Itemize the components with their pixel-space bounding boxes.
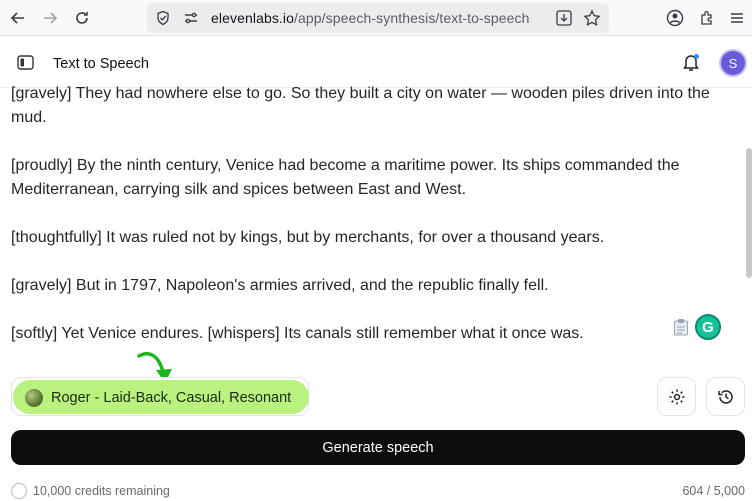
bookmark-star-icon[interactable] <box>583 9 601 27</box>
credits-ring-icon <box>11 483 27 499</box>
paragraph-1: [gravely] They had nowhere else to go. S… <box>11 85 710 126</box>
account-icon[interactable] <box>666 9 684 27</box>
voice-label[interactable]: Roger - Laid-Back, Casual, Resonant <box>51 390 291 406</box>
character-count: 604 / 5,000 <box>682 484 745 498</box>
page-title: Text to Speech <box>53 56 149 72</box>
gear-icon <box>669 389 684 404</box>
scrollbar-thumb[interactable] <box>746 148 752 278</box>
url-text: elevenlabs.io/app/speech-synthesis/text-… <box>211 10 530 26</box>
notification-bell-icon[interactable] <box>682 53 700 72</box>
sidebar-toggle-icon[interactable] <box>17 55 34 70</box>
paragraph-4: [gravely] But in 1797, Napoleon's armies… <box>11 277 549 294</box>
forward-button[interactable] <box>38 6 62 30</box>
menu-icon[interactable] <box>729 10 745 26</box>
shield-icon <box>157 10 169 26</box>
clipboard-extension-icon[interactable] <box>673 318 689 336</box>
history-button[interactable] <box>706 377 745 416</box>
paragraph-5: [softly] Yet Venice endures. [whispers] … <box>11 325 584 342</box>
address-bar[interactable]: elevenlabs.io/app/speech-synthesis/text-… <box>147 3 609 33</box>
extensions-icon[interactable] <box>698 9 716 27</box>
voice-avatar-icon <box>25 389 43 407</box>
reload-button[interactable] <box>70 6 94 30</box>
reload-icon <box>76 12 88 24</box>
back-button[interactable] <box>6 6 30 30</box>
history-icon <box>717 389 733 404</box>
site-settings-icon[interactable] <box>183 10 199 26</box>
forward-arrow-icon <box>44 12 58 24</box>
app-header: Text to Speech S <box>0 37 752 88</box>
editor-scrollbar[interactable] <box>744 88 752 350</box>
url-host: elevenlabs.io <box>211 10 295 26</box>
paragraph-3: [thoughtfully] It was ruled not by kings… <box>11 229 605 246</box>
paragraph-2: [proudly] By the ninth century, Venice h… <box>11 157 680 198</box>
avatar[interactable]: S <box>719 49 747 77</box>
generate-speech-button[interactable]: Generate speech <box>11 430 745 465</box>
settings-button[interactable] <box>657 377 696 416</box>
credits-indicator: 10,000 credits remaining <box>11 483 170 499</box>
credits-text: 10,000 credits remaining <box>33 484 170 498</box>
download-icon[interactable] <box>555 9 573 27</box>
url-path: /app/speech-synthesis/text-to-speech <box>294 10 530 26</box>
grammarly-icon[interactable]: G <box>695 314 721 340</box>
text-editor[interactable]: [gravely] They had nowhere else to go. S… <box>0 82 743 352</box>
back-arrow-icon <box>10 12 24 24</box>
browser-toolbar: elevenlabs.io/app/speech-synthesis/text-… <box>0 0 752 36</box>
